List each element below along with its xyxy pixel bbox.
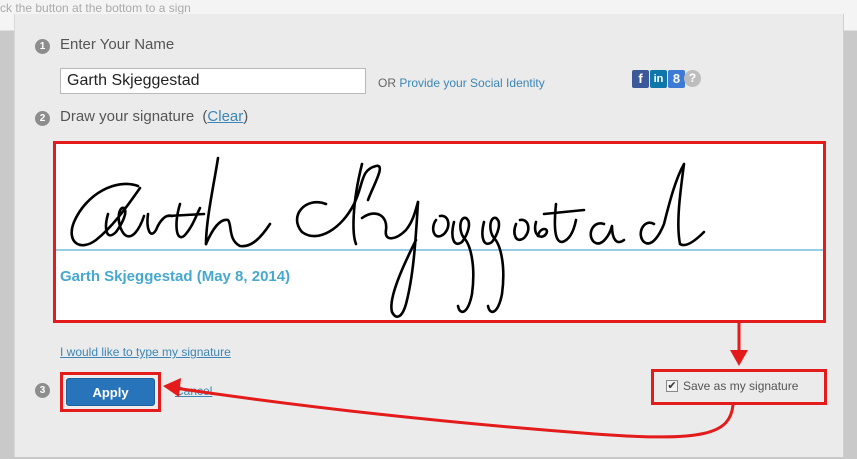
enter-name-label: Enter Your Name	[60, 36, 175, 53]
down-arrow-head	[730, 350, 748, 366]
step-3-badge: 3	[35, 383, 50, 398]
apply-button[interactable]: Apply	[66, 378, 155, 406]
step-2-badge: 2	[35, 111, 50, 126]
google-icon[interactable]: 8	[668, 70, 685, 88]
signature-dialog: 1 Enter Your Name OR Provide your Social…	[14, 14, 844, 457]
cancel-link[interactable]: Cancel	[175, 384, 212, 398]
step-1-badge: 1	[35, 39, 50, 54]
or-label: OR	[378, 76, 396, 90]
help-icon[interactable]: ?	[684, 70, 701, 87]
type-signature-link[interactable]: I would like to type my signature	[60, 345, 231, 359]
name-field[interactable]	[60, 68, 366, 94]
social-identity-prompt: OR Provide your Social Identity	[378, 76, 545, 90]
save-signature-label: Save as my signature	[683, 379, 799, 393]
signature-canvas[interactable]: Garth Skjeggestad (May 8, 2014)	[53, 141, 826, 323]
background-instruction-text: ck the button at the bottom to a sign	[0, 1, 191, 15]
save-signature-highlight: ✔ Save as my signature	[651, 369, 827, 405]
linkedin-icon[interactable]: in	[650, 70, 667, 88]
draw-signature-prompt: Draw your signature (Clear)	[60, 108, 248, 125]
clear-link[interactable]: Clear	[207, 108, 243, 125]
facebook-icon[interactable]: f	[632, 70, 649, 88]
clear-close-paren: )	[243, 108, 249, 125]
signature-caption: Garth Skjeggestad (May 8, 2014)	[60, 268, 291, 285]
social-identity-link[interactable]: Provide your Social Identity	[399, 76, 544, 90]
curved-arrow-line	[166, 385, 735, 439]
apply-highlight: Apply	[60, 372, 161, 412]
signature-strokes	[70, 156, 706, 318]
draw-signature-label: Draw your signature	[60, 108, 195, 125]
signature-drawing	[56, 156, 823, 318]
save-signature-checkbox[interactable]: ✔	[666, 380, 678, 392]
